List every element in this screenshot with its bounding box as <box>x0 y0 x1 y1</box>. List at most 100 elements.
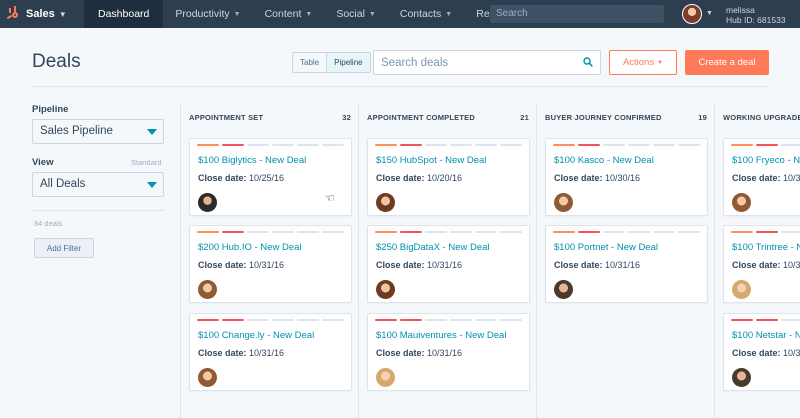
user-avatar[interactable] <box>682 4 702 24</box>
view-label: View <box>32 157 54 168</box>
owner-avatar[interactable] <box>376 193 395 212</box>
deal-priority-bar <box>731 319 800 321</box>
pipeline-view-button[interactable]: Pipeline <box>326 53 370 72</box>
deal-close-date: Close date: 10/31/16 <box>554 260 641 270</box>
column-count: 21 <box>520 113 529 122</box>
pipeline-select[interactable]: Sales Pipeline <box>32 119 164 144</box>
deal-card[interactable]: $200 Hub.IO - New Deal Close date: 10/31/… <box>189 225 352 303</box>
chevron-down-icon: ▼ <box>233 10 241 18</box>
top-navigation: Sales ▼ Dashboard Productivity ▼ Content ▼… <box>0 0 800 28</box>
deal-priority-bar <box>375 231 522 233</box>
pipeline-column: WORKING UPGRADE $100 Fryeco - New Deal Clo… <box>714 103 800 418</box>
deal-card[interactable]: $100 Netstar - New Deal Close date: 10/31… <box>723 313 800 391</box>
deal-title-link[interactable]: $250 BigDataX - New Deal <box>376 242 490 253</box>
deal-search-box <box>373 50 601 75</box>
owner-avatar[interactable] <box>198 193 217 212</box>
owner-avatar[interactable] <box>198 280 217 299</box>
search-icon[interactable] <box>583 57 593 67</box>
dropdown-arrow-icon <box>147 129 157 135</box>
deal-title-link[interactable]: $200 Hub.IO - New Deal <box>198 242 302 253</box>
owner-avatar[interactable] <box>732 368 751 387</box>
header-divider <box>32 86 768 87</box>
column-name: WORKING UPGRADE <box>723 113 800 122</box>
deal-title-link[interactable]: $150 HubSpot - New Deal <box>376 155 486 166</box>
user-name: melissa <box>726 5 755 15</box>
deal-title-link[interactable]: $100 Trintree - New Deal <box>732 242 800 253</box>
owner-avatar[interactable] <box>732 193 751 212</box>
deal-card[interactable]: $100 Portnet - New Deal Close date: 10/31… <box>545 225 708 303</box>
chevron-down-icon: ▼ <box>445 10 453 18</box>
brand-menu[interactable]: Sales ▼ <box>0 0 84 28</box>
deal-close-date: Close date: 10/31/16 <box>732 173 800 183</box>
chevron-down-icon: ▼ <box>305 10 313 18</box>
deal-card[interactable]: $100 Kasco - New Deal Close date: 10/30/1… <box>545 138 708 216</box>
deal-title-link[interactable]: $100 Netstar - New Deal <box>732 330 800 341</box>
owner-avatar[interactable] <box>554 193 573 212</box>
column-header: APPOINTMENT COMPLETED 21 <box>367 113 529 122</box>
column-header: APPOINTMENT SET 32 <box>189 113 351 122</box>
deal-close-date: Close date: 10/31/16 <box>732 348 800 358</box>
deal-title-link[interactable]: $100 Kasco - New Deal <box>554 155 654 166</box>
owner-avatar[interactable] <box>376 368 395 387</box>
table-view-button[interactable]: Table <box>293 53 327 72</box>
nav-content[interactable]: Content ▼ <box>253 0 325 28</box>
deal-priority-bar <box>731 231 800 233</box>
user-info: melissa Hub ID: 681533 <box>726 5 786 25</box>
deal-card[interactable]: $150 HubSpot - New Deal Close date: 10/20… <box>367 138 530 216</box>
deal-priority-bar <box>375 319 522 321</box>
global-search-input[interactable]: Search <box>490 5 664 23</box>
deal-title-link[interactable]: $100 Mauiventures - New Deal <box>376 330 506 341</box>
deal-close-date: Close date: 10/31/16 <box>376 348 463 358</box>
column-header: WORKING UPGRADE <box>723 113 800 122</box>
owner-avatar[interactable] <box>554 280 573 299</box>
deal-card[interactable]: $250 BigDataX - New Deal Close date: 10/3… <box>367 225 530 303</box>
deal-priority-bar <box>731 144 800 146</box>
owner-avatar[interactable] <box>198 368 217 387</box>
nav-contacts[interactable]: Contacts ▼ <box>388 0 464 28</box>
nav-dashboard[interactable]: Dashboard <box>84 0 164 28</box>
pipeline-column: APPOINTMENT COMPLETED 21 $150 HubSpot - Ne… <box>358 103 536 418</box>
page-title: Deals <box>32 51 81 72</box>
chevron-down-icon[interactable]: ▼ <box>706 10 713 17</box>
actions-button[interactable]: Actions ▼ <box>609 50 677 75</box>
hubspot-logo-icon <box>6 6 22 22</box>
column-name: BUYER JOURNEY CONFIRMED <box>545 113 662 122</box>
pipeline-column: BUYER JOURNEY CONFIRMED 19 $100 Kasco - Ne… <box>536 103 714 418</box>
dropdown-arrow-icon <box>147 182 157 188</box>
deal-card[interactable]: $100 Change.ly - New Deal Close date: 10/… <box>189 313 352 391</box>
hand-cursor-icon: ☜ <box>324 191 335 205</box>
deal-title-link[interactable]: $100 Portnet - New Deal <box>554 242 658 253</box>
deal-priority-bar <box>197 144 344 146</box>
pipeline-board: APPOINTMENT SET 32 $100 Biglytics - New De… <box>180 103 800 418</box>
deal-close-date: Close date: 10/31/16 <box>376 260 463 270</box>
pipeline-column: APPOINTMENT SET 32 $100 Biglytics - New De… <box>180 103 358 418</box>
filter-divider <box>32 210 164 211</box>
column-header: BUYER JOURNEY CONFIRMED 19 <box>545 113 707 122</box>
column-count: 32 <box>342 113 351 122</box>
deal-priority-bar <box>553 144 700 146</box>
deal-close-date: Close date: 10/31/16 <box>198 348 285 358</box>
deal-title-link[interactable]: $100 Biglytics - New Deal <box>198 155 306 166</box>
create-deal-button[interactable]: Create a deal <box>685 50 769 75</box>
view-select[interactable]: All Deals <box>32 172 164 197</box>
column-name: APPOINTMENT SET <box>189 113 264 122</box>
owner-avatar[interactable] <box>732 280 751 299</box>
deal-card[interactable]: $100 Trintree - New Deal Close date: 10/3… <box>723 225 800 303</box>
deal-card[interactable]: $100 Fryeco - New Deal Close date: 10/31/… <box>723 138 800 216</box>
nav-productivity[interactable]: Productivity ▼ <box>163 0 252 28</box>
deal-close-date: Close date: 10/30/16 <box>554 173 641 183</box>
add-filter-button[interactable]: Add Filter <box>34 238 94 258</box>
deal-close-date: Close date: 10/31/16 <box>732 260 800 270</box>
column-name: APPOINTMENT COMPLETED <box>367 113 475 122</box>
deal-priority-bar <box>375 144 522 146</box>
hub-id: Hub ID: 681533 <box>726 15 786 25</box>
owner-avatar[interactable] <box>376 280 395 299</box>
deal-card[interactable]: $100 Mauiventures - New Deal Close date: … <box>367 313 530 391</box>
chevron-down-icon: ▼ <box>58 9 67 19</box>
deal-search-input[interactable] <box>374 51 574 74</box>
deal-count: 84 deals <box>34 219 63 228</box>
nav-social[interactable]: Social ▼ <box>324 0 388 28</box>
deal-title-link[interactable]: $100 Fryeco - New Deal <box>732 155 800 166</box>
deal-title-link[interactable]: $100 Change.ly - New Deal <box>198 330 314 341</box>
deal-priority-bar <box>197 231 344 233</box>
